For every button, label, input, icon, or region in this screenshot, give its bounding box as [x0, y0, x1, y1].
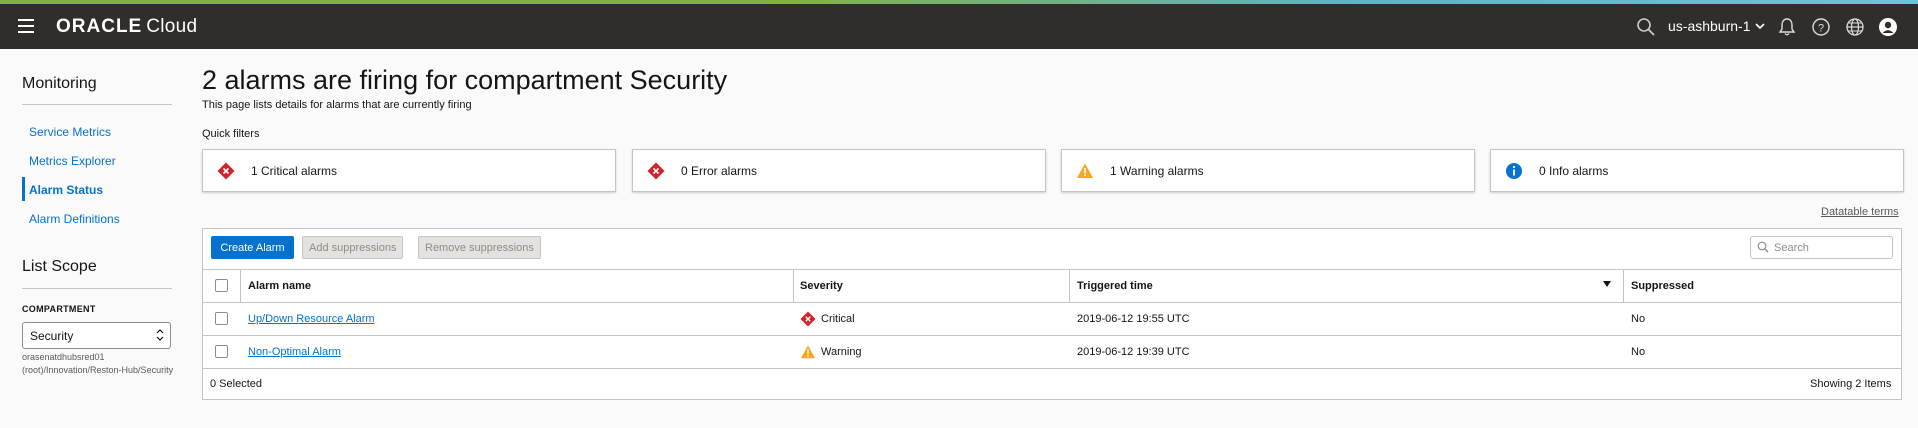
column-header-alarm-name[interactable]: Alarm name — [248, 280, 311, 292]
compartment-label: COMPARTMENT — [22, 304, 96, 314]
sidebar-item-alarm-definitions[interactable]: Alarm Definitions — [29, 212, 120, 226]
warning-icon — [800, 345, 816, 359]
alarm-name-link[interactable]: Non-Optimal Alarm — [248, 346, 341, 358]
sidebar-divider — [22, 104, 172, 105]
top-navigation-bar: ORACLE Cloud us-ashburn-1 ? — [0, 4, 1918, 49]
sort-descending-icon[interactable] — [1603, 281, 1611, 287]
triggered-time: 2019-06-12 19:39 UTC — [1077, 346, 1190, 358]
help-icon[interactable]: ? — [1811, 17, 1831, 37]
column-divider — [240, 269, 241, 302]
sidebar-active-indicator — [22, 177, 25, 201]
table-row-border — [202, 335, 1902, 336]
quick-filter-critical[interactable]: 1 Critical alarms — [202, 149, 616, 192]
triggered-time: 2019-06-12 19:55 UTC — [1077, 313, 1190, 325]
search-icon[interactable] — [1636, 17, 1656, 37]
region-label: us-ashburn-1 — [1668, 18, 1751, 34]
error-icon — [647, 162, 665, 179]
critical-icon — [800, 311, 816, 327]
table-bottom-border — [202, 368, 1902, 369]
sidebar-item-alarm-status[interactable]: Alarm Status — [29, 183, 103, 197]
compartment-select[interactable]: Security — [22, 322, 171, 349]
items-count: Showing 2 Items — [1810, 378, 1892, 390]
oracle-cloud-logo[interactable]: ORACLE Cloud — [56, 16, 197, 38]
quick-filter-warning[interactable]: 1 Warning alarms — [1061, 149, 1475, 192]
region-selector[interactable]: us-ashburn-1 — [1668, 18, 1765, 34]
logo-product: Cloud — [146, 16, 198, 37]
select-arrows-icon — [156, 329, 164, 341]
alarm-name-link[interactable]: Up/Down Resource Alarm — [248, 313, 375, 325]
column-divider — [1069, 269, 1070, 302]
search-input[interactable] — [1750, 236, 1893, 259]
search-icon — [1757, 241, 1769, 253]
column-header-severity[interactable]: Severity — [800, 280, 843, 292]
compartment-path: orasenatdhubsred01 (root)/Innovation/Res… — [22, 352, 174, 375]
suppressed-value: No — [1631, 313, 1646, 325]
critical-icon — [217, 162, 235, 179]
table-top-border — [202, 269, 1902, 270]
globe-icon[interactable] — [1845, 17, 1865, 37]
row-checkbox[interactable] — [215, 345, 228, 358]
quick-filter-label: 1 Warning alarms — [1110, 163, 1204, 178]
column-divider — [1623, 269, 1624, 302]
severity-text: Warning — [821, 346, 862, 358]
quick-filter-label: 0 Error alarms — [681, 163, 758, 178]
logo-brand: ORACLE — [56, 16, 143, 37]
select-all-checkbox[interactable] — [215, 279, 228, 292]
column-header-triggered-time[interactable]: Triggered time — [1077, 280, 1153, 292]
remove-suppressions-button[interactable]: Remove suppressions — [418, 236, 541, 259]
user-icon[interactable] — [1878, 17, 1898, 37]
datatable-terms-link[interactable]: Datatable terms — [1821, 206, 1899, 218]
quick-filters-label: Quick filters — [202, 128, 260, 140]
sidebar-item-service-metrics[interactable]: Service Metrics — [29, 125, 111, 139]
selected-count: 0 Selected — [210, 378, 262, 390]
compartment-value: Security — [30, 329, 74, 343]
list-scope-divider — [22, 288, 172, 289]
table-header-border — [202, 302, 1902, 303]
create-alarm-button[interactable]: Create Alarm — [211, 236, 294, 259]
svg-text:?: ? — [1818, 23, 1824, 35]
page-title: 2 alarms are firing for compartment Secu… — [202, 65, 728, 95]
column-divider — [793, 269, 794, 302]
severity-text: Critical — [821, 313, 855, 325]
quick-filter-label: 0 Info alarms — [1539, 163, 1609, 178]
quick-filter-error[interactable]: 0 Error alarms — [632, 149, 1046, 192]
sidebar-section-title: Monitoring — [22, 75, 97, 92]
sidebar-item-metrics-explorer[interactable]: Metrics Explorer — [29, 154, 116, 168]
info-icon — [1506, 162, 1522, 179]
column-header-suppressed[interactable]: Suppressed — [1631, 280, 1694, 292]
page-subtitle: This page lists details for alarms that … — [202, 99, 472, 111]
add-suppressions-button[interactable]: Add suppressions — [302, 236, 404, 259]
chevron-down-icon — [1754, 22, 1765, 29]
list-scope-title: List Scope — [22, 258, 97, 275]
bell-icon[interactable] — [1777, 17, 1797, 37]
quick-filter-label: 1 Critical alarms — [251, 163, 338, 178]
menu-icon[interactable] — [18, 19, 34, 33]
warning-icon — [1077, 163, 1093, 178]
quick-filter-info[interactable]: 0 Info alarms — [1490, 149, 1904, 192]
suppressed-value: No — [1631, 346, 1646, 358]
row-checkbox[interactable] — [215, 312, 228, 325]
